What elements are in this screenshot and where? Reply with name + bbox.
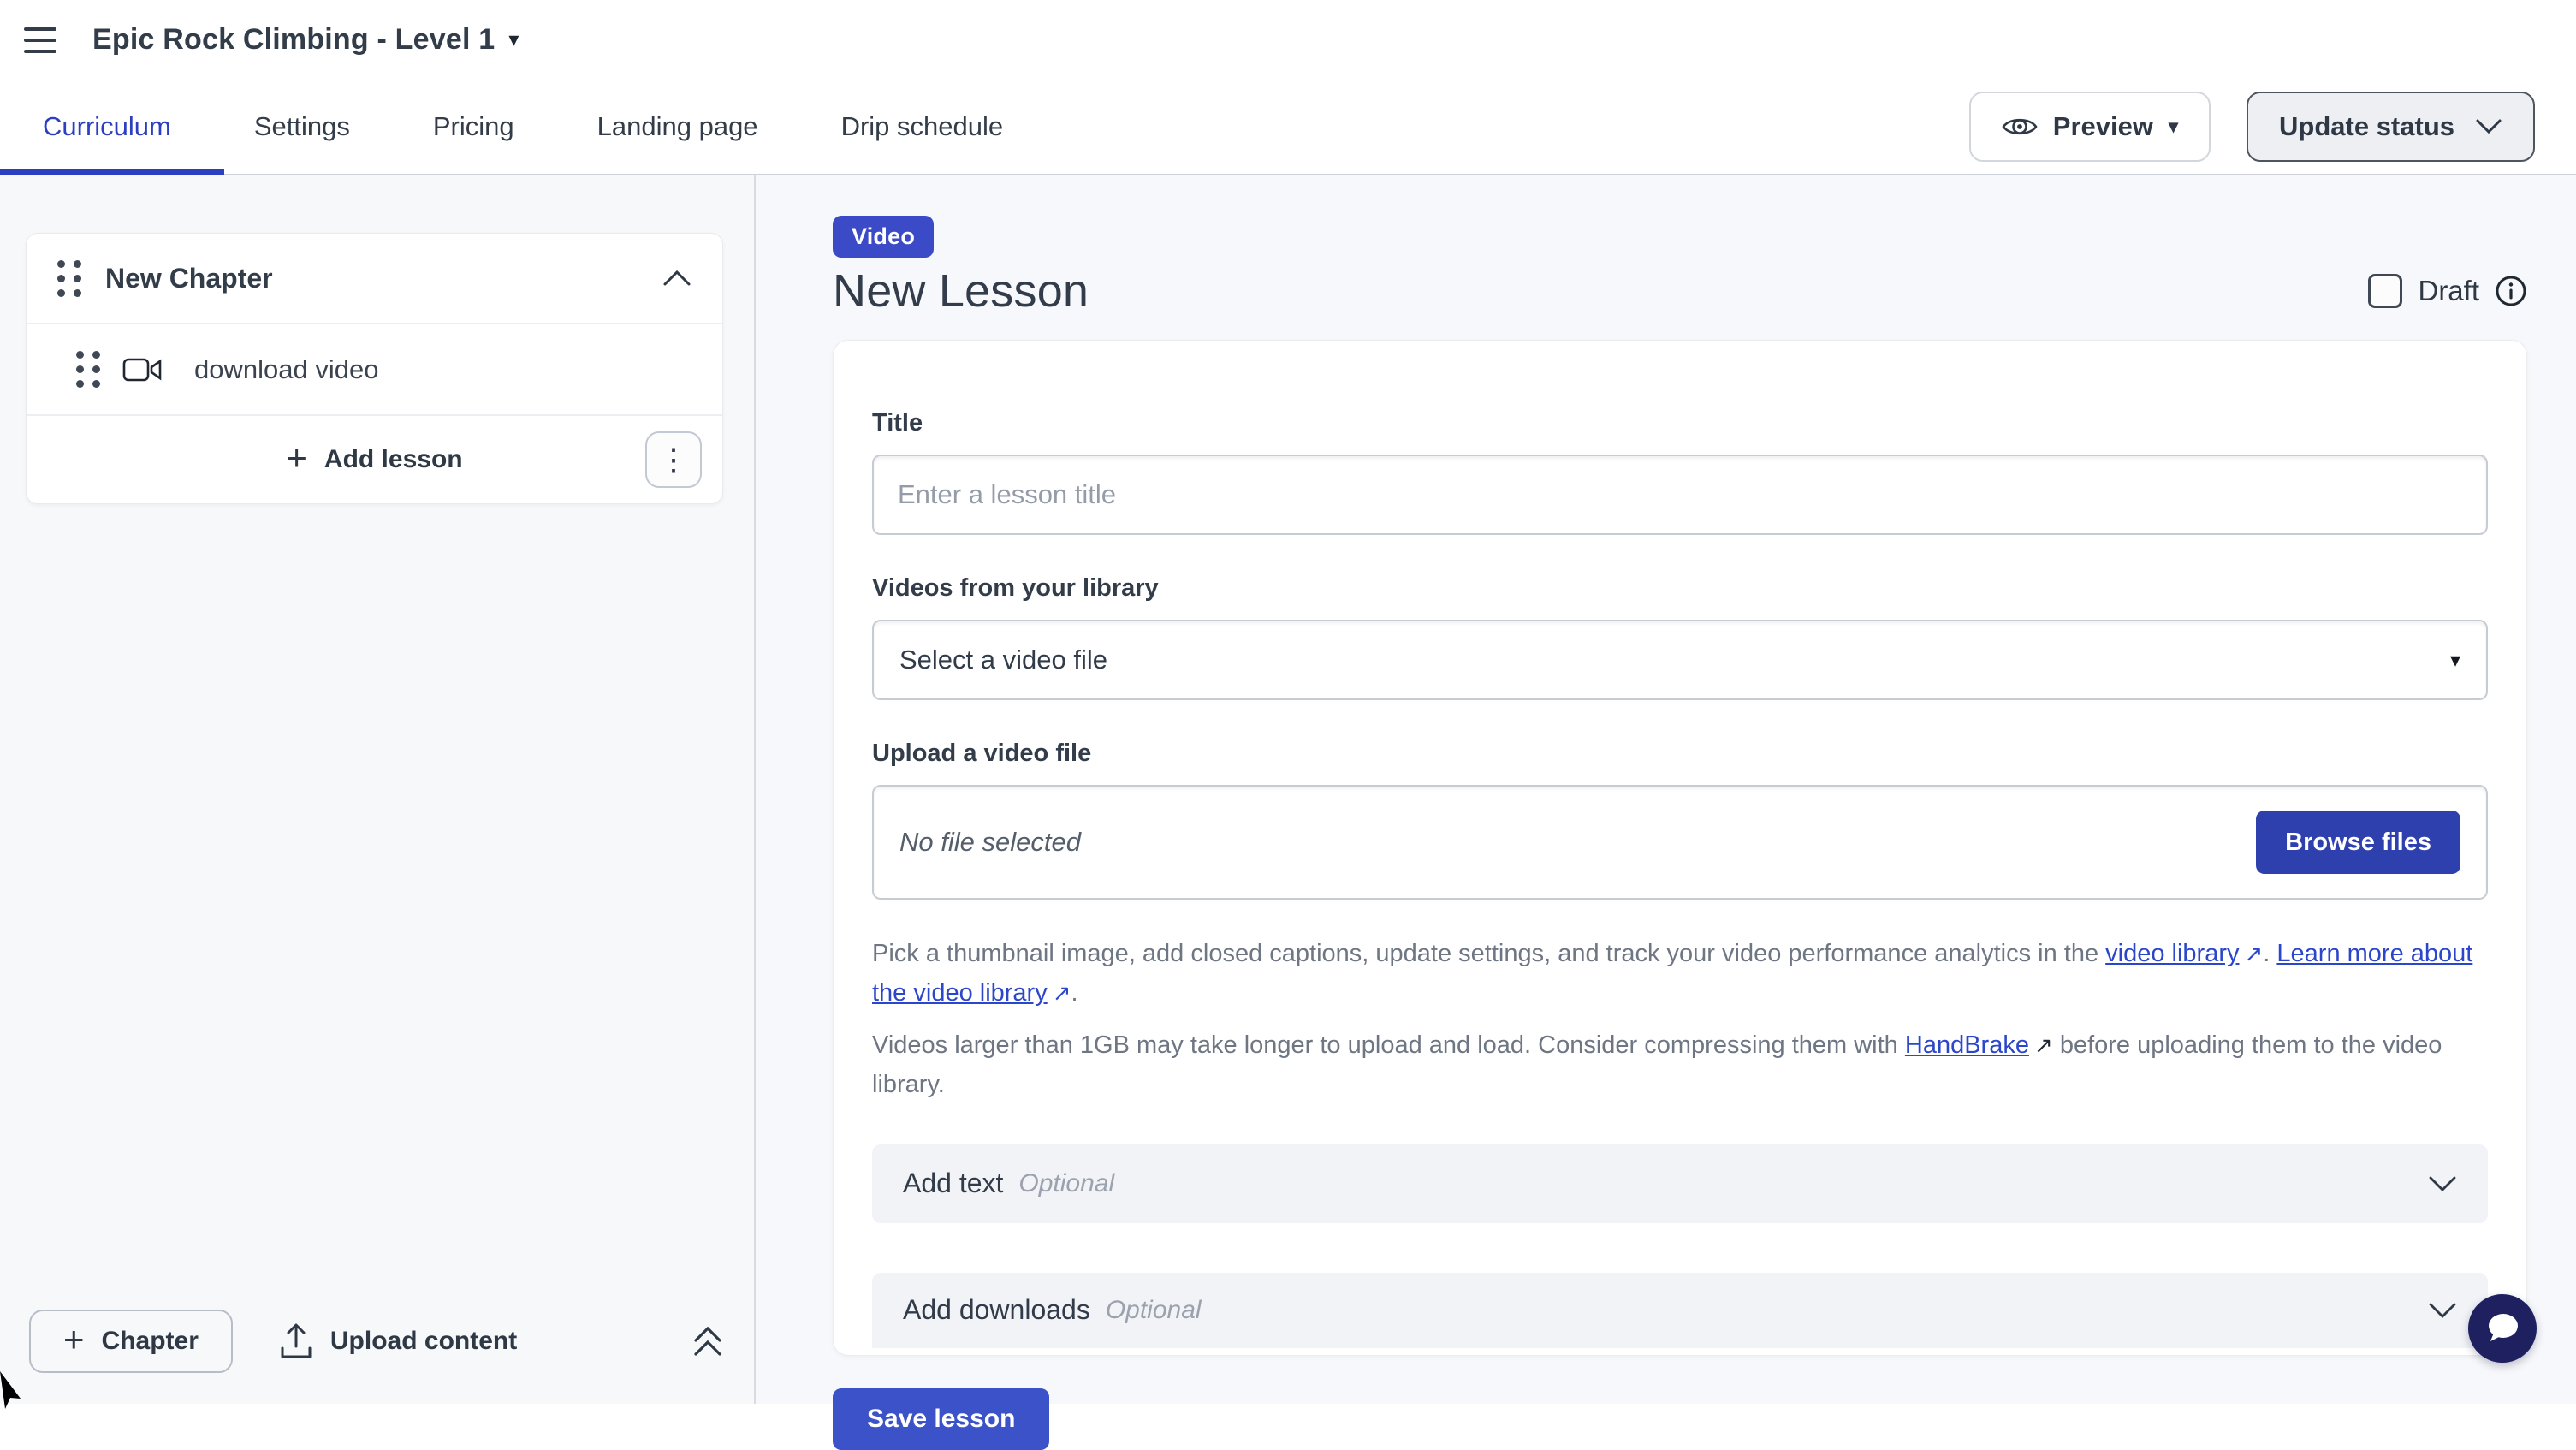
draft-checkbox[interactable] xyxy=(2368,274,2402,308)
preview-button[interactable]: Preview ▾ xyxy=(1969,92,2211,162)
update-status-button[interactable]: Update status xyxy=(2247,92,2535,162)
link-label: video library xyxy=(2105,940,2239,967)
save-lesson-button[interactable]: Save lesson xyxy=(833,1388,1049,1450)
curriculum-sidebar: New Chapter download video xyxy=(0,175,756,1404)
add-text-section[interactable]: Add text Optional xyxy=(872,1144,2488,1223)
lesson-page-title: New Lesson xyxy=(833,264,1089,318)
help-text-segment: . xyxy=(1071,979,1078,1007)
update-status-label: Update status xyxy=(2279,111,2454,142)
tab-settings[interactable]: Settings xyxy=(254,111,350,142)
upload-icon xyxy=(279,1322,313,1360)
video-library-selected-value: Select a video file xyxy=(899,645,1107,675)
add-downloads-section[interactable]: Add downloads Optional xyxy=(872,1273,2488,1348)
external-link-arrow-icon: ↗ xyxy=(1048,976,1071,1012)
chapter-footer: + Add lesson ⋮ xyxy=(27,416,722,503)
add-chapter-label: Chapter xyxy=(102,1327,199,1356)
add-lesson-button[interactable]: + Add lesson xyxy=(286,443,462,476)
file-upload-box: No file selected Browse files xyxy=(872,785,2488,900)
chapter-options-button[interactable]: ⋮ xyxy=(645,431,702,488)
lesson-header: New Lesson Draft xyxy=(833,264,2527,318)
optional-tag: Optional xyxy=(1018,1169,1114,1198)
sidebar-footer: + Chapter Upload content xyxy=(0,1279,754,1404)
upload-field-label: Upload a video file xyxy=(872,740,2488,768)
course-title-caret-icon[interactable]: ▾ xyxy=(508,27,519,52)
top-bar: Epic Rock Climbing - Level 1 ▾ xyxy=(0,0,2576,79)
mouse-cursor xyxy=(0,1370,26,1411)
lesson-type-badge: Video xyxy=(833,216,934,258)
upload-content-button[interactable]: Upload content xyxy=(279,1322,517,1360)
active-tab-underline xyxy=(0,169,224,175)
chevron-down-icon xyxy=(2428,1175,2457,1192)
help-text-segment: Videos larger than 1GB may take longer t… xyxy=(872,1031,1905,1059)
chapter-header[interactable]: New Chapter xyxy=(27,234,722,323)
lesson-editor: Video New Lesson Draft Title xyxy=(756,175,2576,1404)
drag-handle-icon[interactable] xyxy=(76,351,100,388)
draft-toggle-group: Draft xyxy=(2368,274,2527,308)
app-screen: Epic Rock Climbing - Level 1 ▾ Curriculu… xyxy=(0,0,2576,1404)
handbrake-link[interactable]: HandBrake↗ xyxy=(1905,1031,2053,1059)
course-title[interactable]: Epic Rock Climbing - Level 1 xyxy=(92,23,495,56)
optional-tag: Optional xyxy=(1106,1296,1202,1325)
help-text-segment: . xyxy=(2263,940,2276,967)
hamburger-menu-icon[interactable] xyxy=(24,27,56,53)
collapse-all-button[interactable] xyxy=(691,1323,725,1359)
link-label: HandBrake xyxy=(1905,1031,2029,1059)
help-text-segment: Pick a thumbnail image, add closed capti… xyxy=(872,940,2105,967)
upload-content-label: Upload content xyxy=(330,1327,517,1356)
draft-label: Draft xyxy=(2418,275,2479,307)
chevron-down-icon xyxy=(2428,1302,2457,1319)
preview-button-label: Preview xyxy=(2053,111,2153,142)
compression-help-text: Videos larger than 1GB may take longer t… xyxy=(872,1025,2488,1105)
tab-landing-page[interactable]: Landing page xyxy=(597,111,758,142)
video-library-select[interactable]: Select a video file ▾ xyxy=(872,620,2488,700)
lesson-title-input[interactable] xyxy=(872,455,2488,535)
lesson-title: download video xyxy=(194,354,378,385)
update-status-chevron-icon xyxy=(2475,118,2502,135)
chapter-collapse-chevron-icon[interactable] xyxy=(662,270,691,287)
plus-icon: + xyxy=(286,440,307,476)
video-library-help-text: Pick a thumbnail image, add closed capti… xyxy=(872,934,2488,1013)
content-area: New Chapter download video xyxy=(0,175,2576,1404)
library-field-label: Videos from your library xyxy=(872,574,2488,603)
video-library-link[interactable]: video library↗ xyxy=(2105,940,2263,967)
title-field-label: Title xyxy=(872,409,2488,437)
select-caret-icon: ▾ xyxy=(2450,648,2460,673)
lesson-form-card: Title Videos from your library Select a … xyxy=(833,340,2527,1356)
lesson-row[interactable]: download video xyxy=(27,324,722,414)
plus-icon: + xyxy=(63,1322,85,1358)
add-chapter-button[interactable]: + Chapter xyxy=(29,1310,233,1373)
chat-bubble-icon xyxy=(2484,1310,2521,1346)
browse-files-button[interactable]: Browse files xyxy=(2256,811,2460,874)
preview-caret-icon: ▾ xyxy=(2169,116,2178,138)
tab-pricing[interactable]: Pricing xyxy=(433,111,514,142)
kebab-icon: ⋮ xyxy=(658,442,689,478)
drag-handle-icon[interactable] xyxy=(57,260,81,297)
external-link-arrow-icon: ↗ xyxy=(2029,1028,2053,1064)
header-actions: Preview ▾ Update status xyxy=(1969,92,2535,162)
add-text-label: Add text xyxy=(903,1168,1003,1199)
tab-bar: Curriculum Settings Pricing Landing page… xyxy=(0,79,2576,175)
tab-curriculum[interactable]: Curriculum xyxy=(43,111,171,142)
tab-drip-schedule[interactable]: Drip schedule xyxy=(841,111,1004,142)
info-icon[interactable] xyxy=(2495,275,2527,307)
add-downloads-label: Add downloads xyxy=(903,1294,1090,1326)
eye-icon xyxy=(2002,113,2038,140)
no-file-text: No file selected xyxy=(899,827,1081,858)
video-camera-icon xyxy=(122,356,163,383)
chapter-title: New Chapter xyxy=(105,263,273,294)
add-lesson-label: Add lesson xyxy=(324,445,463,474)
chat-widget-button[interactable] xyxy=(2468,1294,2537,1363)
chapter-card: New Chapter download video xyxy=(26,233,723,504)
external-link-arrow-icon: ↗ xyxy=(2239,936,2263,972)
